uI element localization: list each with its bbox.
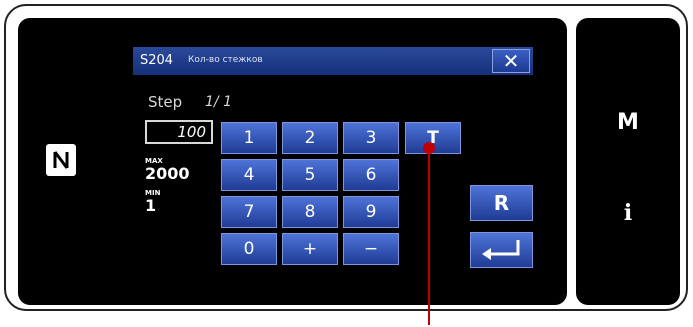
enter-icon: [481, 240, 519, 260]
step-value: 1/ 1: [205, 94, 232, 110]
enter-button[interactable]: [470, 232, 533, 268]
max-value: 2000: [145, 164, 190, 183]
close-button[interactable]: ✕: [492, 49, 530, 73]
key-2[interactable]: 2: [282, 122, 338, 154]
key-9[interactable]: 9: [343, 196, 399, 228]
nfc-icon: [46, 144, 76, 176]
key-6[interactable]: 6: [343, 159, 399, 191]
min-value: 1: [145, 196, 157, 215]
nfc-icon-glyph: [53, 151, 69, 169]
key-3[interactable]: 3: [343, 122, 399, 154]
dialog-code: S204: [140, 53, 174, 68]
callout-marker: [423, 142, 435, 154]
key-5[interactable]: 5: [282, 159, 338, 191]
callout-line: [428, 147, 430, 325]
key-minus[interactable]: −: [343, 233, 399, 265]
side-screen: M i: [576, 18, 680, 305]
reset-button[interactable]: R: [470, 185, 533, 221]
info-button[interactable]: i: [576, 200, 680, 226]
key-1[interactable]: 1: [221, 122, 277, 154]
step-label: Step: [148, 93, 183, 111]
dialog-titlebar: S204 Кол-во стежков: [133, 47, 533, 75]
key-plus[interactable]: +: [282, 233, 338, 265]
stitch-count-input[interactable]: 100: [145, 120, 213, 144]
key-7[interactable]: 7: [221, 196, 277, 228]
key-4[interactable]: 4: [221, 159, 277, 191]
close-icon: ✕: [502, 49, 520, 73]
mode-button[interactable]: M: [576, 110, 680, 135]
key-0[interactable]: 0: [221, 233, 277, 265]
dialog-title: Кол-во стежков: [188, 55, 263, 65]
key-8[interactable]: 8: [282, 196, 338, 228]
